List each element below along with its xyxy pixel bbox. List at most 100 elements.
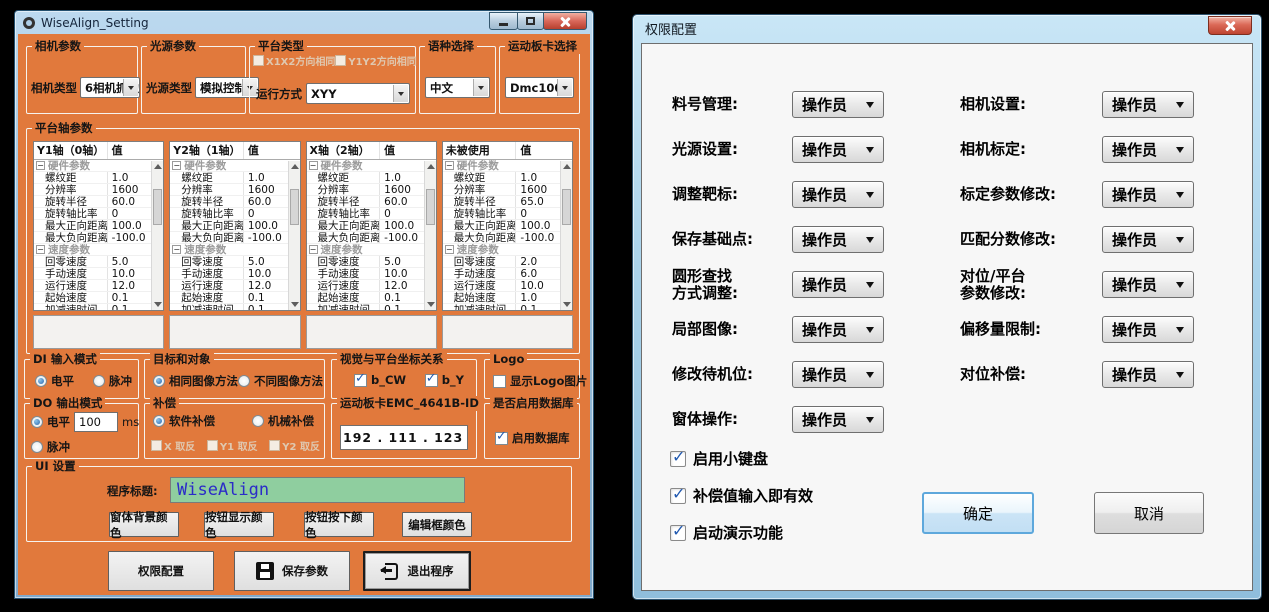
axis-row[interactable]: 手动速度10.0 [170,268,299,280]
axis-row[interactable]: 起始速度0.1 [34,292,163,304]
scroll-up-icon[interactable] [563,164,571,169]
permission-checkbox[interactable]: 补偿值输入即有效 [670,485,813,506]
collapse-minus-icon[interactable]: − [309,161,318,170]
di-level-radio[interactable]: 电平 [35,373,74,389]
axis-category-row[interactable]: −硬件参数 [307,160,436,172]
b-cw-checkbox[interactable]: b_CW [354,373,406,387]
scroll-up-icon[interactable] [427,164,435,169]
scroll-down-icon[interactable] [563,302,571,307]
role-dropdown[interactable]: 操作员 [792,361,884,388]
vertical-scrollbar[interactable] [151,161,163,310]
camera-type-dropdown[interactable]: 6相机抓边 [80,77,140,98]
button-display-color-button[interactable]: 按钮显示颜色 [204,512,274,537]
axis-category-row[interactable]: −速度参数 [307,244,436,256]
cancel-button[interactable]: 取消 [1094,492,1204,534]
edit-box-color-button[interactable]: 编辑框颜色 [402,512,472,537]
axis-category-row[interactable]: −速度参数 [443,244,572,256]
role-dropdown[interactable]: 操作员 [1102,271,1194,298]
ok-button[interactable]: 确定 [922,492,1034,534]
axis-row[interactable]: 螺纹距1.0 [307,172,436,184]
axis-row[interactable]: 旋转半径60.0 [307,196,436,208]
role-dropdown[interactable]: 操作员 [1102,91,1194,118]
axis-row[interactable]: 运行速度12.0 [34,280,163,292]
dropdown-arrow-button[interactable] [557,79,572,96]
axis-row[interactable]: 运行速度12.0 [170,280,299,292]
vertical-scrollbar[interactable] [560,161,572,310]
axis-row[interactable]: 回零速度5.0 [307,256,436,268]
permission-config-button[interactable]: 权限配置 [108,551,214,591]
do-level-radio[interactable]: 电平 [31,414,70,430]
scrollbar-thumb[interactable] [153,189,162,225]
axis-category-row[interactable]: −硬件参数 [34,160,163,172]
axis-row[interactable]: 回零速度5.0 [34,256,163,268]
dropdown-arrow-button[interactable] [123,79,138,96]
scroll-down-icon[interactable] [291,302,299,307]
scrollbar-thumb[interactable] [290,189,299,225]
axis-row[interactable]: 起始速度0.1 [170,292,299,304]
scroll-down-icon[interactable] [427,302,435,307]
role-dropdown[interactable]: 操作员 [792,136,884,163]
maximize-button[interactable] [517,12,544,30]
role-dropdown[interactable]: 操作员 [792,181,884,208]
role-dropdown[interactable]: 操作员 [792,271,884,298]
collapse-minus-icon[interactable]: − [445,161,454,170]
axis-category-row[interactable]: −速度参数 [170,244,299,256]
role-dropdown[interactable]: 操作员 [1102,181,1194,208]
axis-row[interactable]: 旋转轴比率0 [307,208,436,220]
close-button[interactable] [543,12,587,30]
b-y-checkbox[interactable]: b_Y [425,373,464,387]
axis-row[interactable]: 加减速时间0.1 [443,304,572,311]
save-params-button[interactable]: 保存参数 [234,551,350,591]
scroll-up-icon[interactable] [154,164,162,169]
axis-property-table[interactable]: Y1轴（0轴）值−硬件参数螺纹距1.0分辨率1600旋转半径60.0旋转轴比率0… [33,141,164,311]
do-pulse-radio[interactable]: 脉冲 [31,439,70,455]
collapse-minus-icon[interactable]: − [36,161,45,170]
axis-row[interactable]: 运行速度10.0 [443,280,572,292]
language-dropdown[interactable]: 中文 [425,77,490,98]
x1x2-same-direction-checkbox[interactable]: X1X2方向相同 [253,53,335,68]
axis-row[interactable]: 最大正向距离100.0 [34,220,163,232]
scrollbar-thumb[interactable] [562,189,571,225]
axis-row[interactable]: 加减速时间0.1 [34,304,163,311]
collapse-minus-icon[interactable]: − [309,245,318,254]
axis-row[interactable]: 回零速度5.0 [170,256,299,268]
axis-row[interactable]: 运行速度12.0 [307,280,436,292]
role-dropdown[interactable]: 操作员 [792,316,884,343]
role-dropdown[interactable]: 操作员 [792,226,884,253]
axis-row[interactable]: 旋转轴比率0 [34,208,163,220]
program-title-input[interactable] [170,477,465,503]
axis-row[interactable]: 加减速时间0.1 [170,304,299,311]
axis-row[interactable]: 螺纹距1.0 [170,172,299,184]
axis-row[interactable]: 手动速度10.0 [307,268,436,280]
axis-row[interactable]: 分辨率1600 [170,184,299,196]
axis-row[interactable]: 最大正向距离100.0 [170,220,299,232]
minimize-button[interactable] [489,12,518,30]
axis-row[interactable]: 分辨率1600 [34,184,163,196]
dropdown-arrow-button[interactable] [393,85,408,102]
collapse-minus-icon[interactable]: − [172,245,181,254]
role-dropdown[interactable]: 操作员 [1102,361,1194,388]
axis-row[interactable]: 手动速度6.0 [443,268,572,280]
button-pressed-color-button[interactable]: 按钮按下颜色 [304,512,374,537]
exit-program-button[interactable]: 退出程序 [363,551,471,591]
axis-row[interactable]: 螺纹距1.0 [443,172,572,184]
axis-row[interactable]: 最大负向距离-100.0 [307,232,436,244]
di-pulse-radio[interactable]: 脉冲 [93,373,132,389]
axis-row[interactable]: 最大正向距离100.0 [443,220,572,232]
axis-row[interactable]: 旋转半径65.0 [443,196,572,208]
y1y2-same-direction-checkbox[interactable]: Y1Y2方向相同 [335,53,416,68]
axis-property-table[interactable]: 未被使用值−硬件参数螺纹距1.0分辨率1600旋转半径65.0旋转轴比率0最大正… [442,141,573,311]
right-close-button[interactable] [1208,16,1252,35]
different-image-method-radio[interactable]: 不同图像方法 [238,373,323,389]
axis-row[interactable]: 最大正向距离100.0 [307,220,436,232]
role-dropdown[interactable]: 操作员 [792,91,884,118]
axis-row[interactable]: 最大负向距离-100.0 [34,232,163,244]
axis-row[interactable]: 旋转轴比率0 [170,208,299,220]
show-logo-checkbox[interactable]: 显示Logo图片 [493,373,587,389]
motion-board-dropdown[interactable]: Dmc1000 [505,77,574,98]
collapse-minus-icon[interactable]: − [172,161,181,170]
role-dropdown[interactable]: 操作员 [792,406,884,433]
right-window-titlebar[interactable]: 权限配置 [633,15,1261,41]
axis-category-row[interactable]: −速度参数 [34,244,163,256]
axis-category-row[interactable]: −硬件参数 [443,160,572,172]
